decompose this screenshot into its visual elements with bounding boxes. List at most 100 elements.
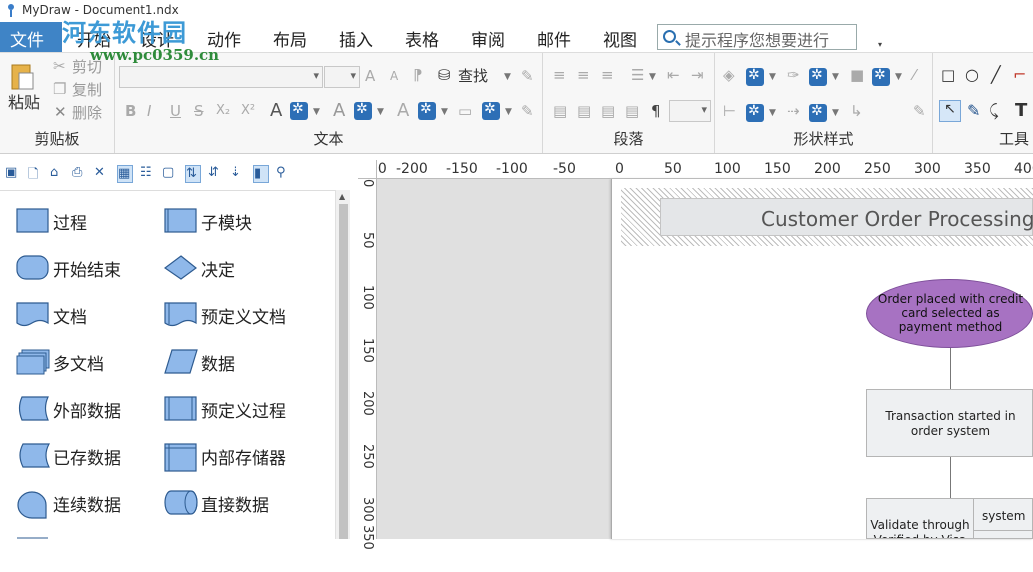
menu-insert[interactable]: 插入 [339,26,373,51]
open-stencil-icon[interactable]: ⌂ [50,165,66,183]
grow-font-icon[interactable]: A [365,67,375,85]
find-button[interactable]: 查找 [458,65,488,86]
sort-down-icon[interactable]: ⇣ [230,165,246,183]
text-box-gear-icon[interactable] [482,101,500,120]
menu-view[interactable]: 视图 [603,26,637,51]
bullets-dropdown-icon[interactable]: ▼ [649,72,656,82]
connector-line[interactable] [950,457,951,498]
font-color-dropdown-icon[interactable]: ▼ [313,107,320,117]
highlight-icon[interactable]: A [333,100,345,121]
rectangle-tool-icon[interactable]: □ [941,66,955,84]
end-arrow-dropdown-icon[interactable]: ▼ [832,108,839,118]
text-effect-gear-icon[interactable] [418,101,436,120]
menu-mail[interactable]: 邮件 [537,26,571,51]
line-dropdown-icon[interactable]: ▼ [832,72,839,82]
text-effect-dropdown-icon[interactable]: ▼ [441,107,448,117]
scroll-up-icon[interactable]: ▲ [339,192,345,201]
font-color-icon[interactable]: A [270,100,282,121]
search-input[interactable]: 提示程序您想要进行 [657,24,857,50]
shape-item-document[interactable]: 文档 [16,297,166,337]
line-pen-icon[interactable]: ✑ [787,66,800,84]
justify-icon[interactable]: ▤ [625,102,639,120]
shape-item-multi-document[interactable]: 多文档 [16,344,166,384]
align-left-icon[interactable]: ▤ [553,102,567,120]
indent-increase-icon[interactable]: ⇥ [691,66,704,84]
ellipse-tool-icon[interactable]: ○ [965,65,979,84]
icon-view-icon[interactable]: ▦ [117,165,133,183]
shape-item-sequential-data[interactable]: 连续数据 [16,485,166,525]
list-view-icon[interactable]: ☷ [140,165,156,183]
shape-item-internal-storage[interactable]: 内部存储器 [164,438,314,478]
paragraph-mark-icon[interactable]: ¶ [651,102,661,120]
connection-point-icon[interactable]: ⤹ [989,101,999,121]
line-gear-icon[interactable] [809,67,827,86]
bullets-icon[interactable]: ☰ [631,66,644,84]
shapes-panel-scrollbar[interactable]: ▲ [335,190,350,539]
shape-item-stored-data[interactable]: 已存数据 [16,438,166,478]
paste-button[interactable]: 粘贴 [8,89,40,113]
eyedropper-icon[interactable]: ⁄ [913,66,916,84]
align-bottom-icon[interactable]: ≡ [601,66,614,84]
italic-icon[interactable]: I [147,102,151,120]
underline-icon[interactable]: U [170,102,181,120]
sort-za-icon[interactable]: ⇵ [208,165,224,183]
fill-dropdown-icon[interactable]: ▼ [769,72,776,82]
connector-line[interactable] [950,348,951,389]
align-right-icon[interactable]: ▤ [601,102,615,120]
shadow-gear-icon[interactable] [872,67,890,86]
align-middle-icon[interactable]: ≡ [577,66,590,84]
end-arrow-icon[interactable]: ⇢ [787,102,800,120]
indent-decrease-icon[interactable]: ⇤ [667,66,680,84]
shape-item-predefined-document[interactable]: 预定义文档 [164,297,314,337]
new-stencil-icon[interactable]: 🗋 [28,165,44,183]
text-box-icon[interactable]: ▭ [458,102,472,120]
line-tool-icon[interactable]: ╱ [991,65,1001,84]
shrink-font-icon[interactable]: A [390,69,398,83]
align-top-icon[interactable]: ≡ [553,66,566,84]
end-arrow-gear-icon[interactable] [809,103,827,122]
begin-arrow-dropdown-icon[interactable]: ▼ [769,108,776,118]
pointer-tool-icon[interactable]: ↖ [939,100,961,122]
shape-item-subprocess[interactable]: 子模块 [164,203,314,243]
menu-table[interactable]: 表格 [405,26,439,51]
clear-format-icon[interactable]: ✎ [521,102,534,120]
bold-icon[interactable]: B [125,102,136,120]
shadow-icon[interactable]: ■ [850,66,864,84]
copy-button[interactable]: 复制 [72,79,102,100]
shape-item-direct-data[interactable]: 直接数据 [164,485,314,525]
shape-item-partial[interactable] [16,532,166,572]
shape-item-terminator[interactable]: 开始结束 [16,250,166,290]
text-box-dropdown-icon[interactable]: ▼ [505,107,512,117]
strikethrough-icon[interactable]: S [194,102,204,120]
menu-layout[interactable]: 布局 [273,26,307,51]
diagram-title-shape[interactable]: Customer Order Processing [660,198,1033,236]
shape-item-process[interactable]: 过程 [16,203,166,243]
start-node-shape[interactable]: Order placed with credit card selected a… [866,279,1033,348]
process-step-shape[interactable]: Transaction started in order system [866,389,1033,457]
validation-step-shape[interactable]: Validate through Verified by Visa system [866,498,1033,539]
book-icon[interactable]: ▮ [253,165,269,183]
format-painter-icon[interactable]: ⁋ [413,66,423,84]
font-family-select[interactable] [119,66,323,88]
delete-button[interactable]: 删除 [72,102,102,123]
search-shapes-icon[interactable]: ⚲ [276,165,292,183]
shadow-dropdown-icon[interactable]: ▼ [895,72,902,82]
find-dropdown-icon[interactable]: ▼ [504,72,511,82]
fill-bucket-icon[interactable]: ◈ [723,66,735,84]
shape-item-external-data[interactable]: 外部数据 [16,391,166,431]
pencil-tool-icon[interactable]: ✎ [967,101,980,120]
shape-item-predefined-process[interactable]: 预定义过程 [164,391,314,431]
panel-menu-icon[interactable]: ▣ [5,165,21,183]
file-tab[interactable]: 文件 [0,22,62,52]
pen-icon[interactable]: ✎ [521,67,534,85]
fill-gear-icon[interactable] [746,67,764,86]
begin-arrow-gear-icon[interactable] [746,103,764,122]
scrollbar-thumb[interactable] [339,204,348,539]
brush-icon[interactable]: ✎ [913,102,926,120]
text-effect-icon[interactable]: A [397,100,409,121]
shape-item-decision[interactable]: 决定 [164,250,314,290]
corner-icon[interactable]: ↳ [850,102,863,120]
font-color-gear-icon[interactable] [290,101,308,120]
highlight-dropdown-icon[interactable]: ▼ [377,107,384,117]
highlight-gear-icon[interactable] [354,101,372,120]
